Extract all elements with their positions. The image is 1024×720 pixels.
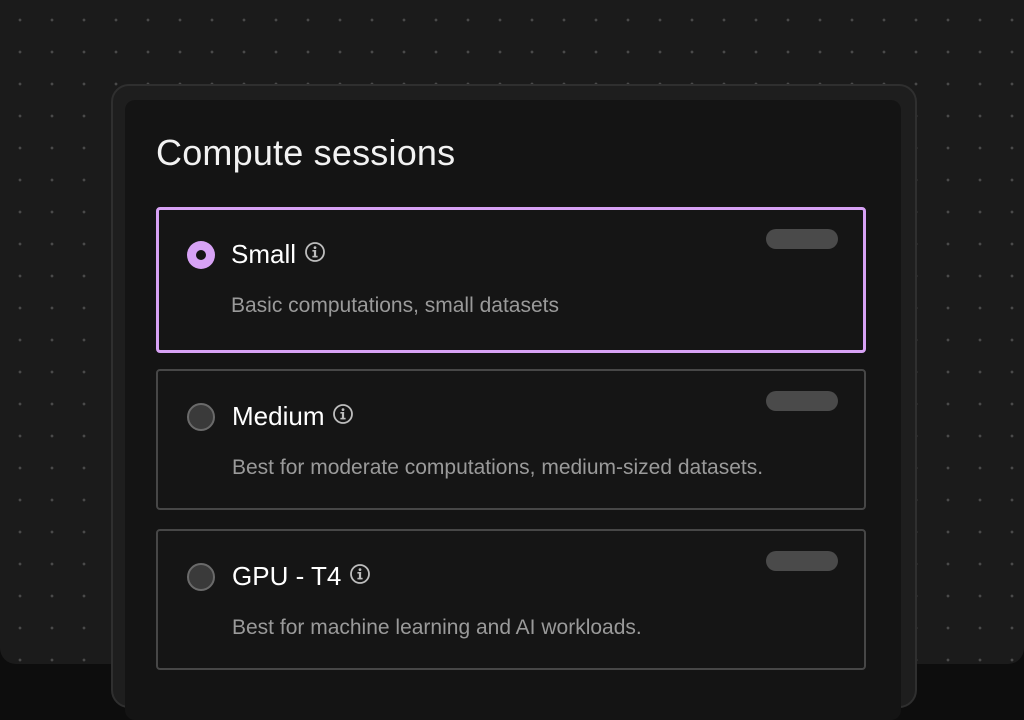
option-description-gpu-t4: Best for machine learning and AI workloa… bbox=[232, 616, 642, 639]
option-label: Small bbox=[231, 239, 297, 269]
option-medium[interactable]: Medium Best for moderate computations, m… bbox=[156, 369, 866, 510]
option-description-small: Basic computations, small datasets bbox=[231, 294, 559, 317]
info-icon[interactable] bbox=[332, 401, 354, 432]
option-label: Medium bbox=[232, 401, 325, 431]
radio-medium[interactable] bbox=[187, 403, 215, 431]
option-label: GPU - T4 bbox=[232, 561, 342, 591]
option-name-medium: Medium bbox=[232, 401, 354, 432]
option-name-small: Small bbox=[231, 239, 326, 270]
option-description-medium: Best for moderate computations, medium-s… bbox=[232, 456, 764, 479]
price-pill-placeholder bbox=[766, 391, 838, 411]
price-pill-placeholder bbox=[766, 551, 838, 571]
radio-gpu-t4[interactable] bbox=[187, 563, 215, 591]
info-icon[interactable] bbox=[349, 561, 371, 592]
page-title: Compute sessions bbox=[156, 132, 456, 173]
option-gpu-t4[interactable]: GPU - T4 Best for machine learning and A… bbox=[156, 529, 866, 670]
price-pill-placeholder bbox=[766, 229, 838, 249]
info-icon[interactable] bbox=[304, 239, 326, 270]
option-name-gpu-t4: GPU - T4 bbox=[232, 561, 371, 592]
option-small[interactable]: Small Basic computations, small datasets bbox=[156, 207, 866, 353]
radio-small[interactable] bbox=[187, 241, 215, 269]
